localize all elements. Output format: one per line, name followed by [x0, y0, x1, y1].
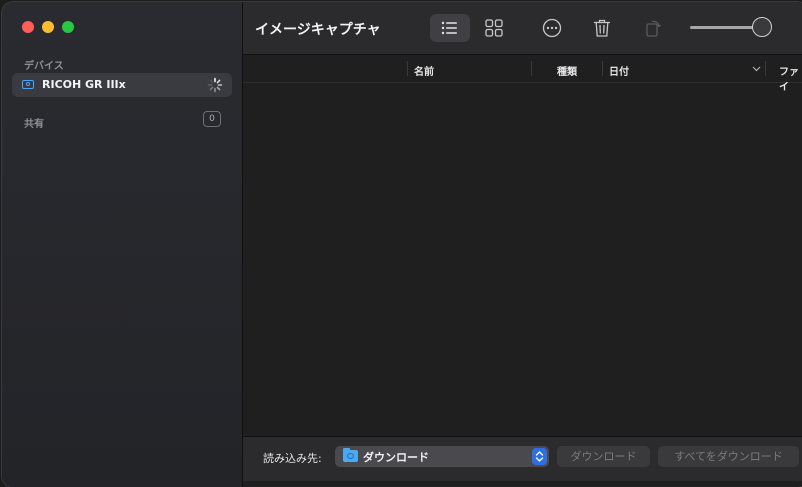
column-separator [407, 61, 408, 76]
window-controls [22, 21, 74, 33]
grid-view-button[interactable] [474, 14, 514, 42]
column-separator [531, 61, 532, 76]
download-button[interactable]: ダウンロード [557, 446, 650, 467]
grid-view-icon [484, 18, 504, 38]
more-actions-button[interactable] [532, 14, 572, 42]
toolbar: イメージキャプチャ [243, 2, 802, 55]
image-capture-window: デバイス RICOH GR IIIx 共有 0 イメージキ [2, 2, 802, 487]
list-view-icon [440, 18, 460, 38]
minimize-button[interactable] [42, 21, 54, 33]
main-content: イメージキャプチャ [243, 2, 802, 487]
import-bar: 読み込み先: ダウンロード ダウンロード すべてをダウンロード [243, 436, 802, 481]
column-header-name[interactable]: 名前 [414, 63, 434, 78]
column-separator [602, 61, 603, 76]
rotate-button[interactable] [633, 14, 673, 42]
more-icon [542, 18, 562, 38]
sidebar-item-ricoh-gr-iiix[interactable]: RICOH GR IIIx [12, 73, 232, 97]
downloads-folder-icon [343, 450, 358, 462]
delete-button[interactable] [582, 14, 622, 42]
sidebar: デバイス RICOH GR IIIx 共有 0 [2, 2, 243, 487]
zoom-button[interactable] [62, 21, 74, 33]
camera-icon [22, 80, 34, 89]
window-title: イメージキャプチャ [255, 19, 381, 39]
device-name: RICOH GR IIIx [42, 78, 126, 91]
thumbnail-size-slider-knob[interactable] [752, 17, 772, 37]
column-header-kind[interactable]: 種類 [557, 63, 577, 78]
trash-icon [592, 18, 612, 38]
table-header: 名前 種類 日付 ファイ [243, 55, 802, 83]
loading-spinner-icon [207, 77, 223, 93]
rotate-icon [643, 18, 663, 38]
shared-section-label: 共有 [24, 115, 44, 130]
sort-descending-icon [752, 66, 761, 72]
select-stepper[interactable] [532, 448, 547, 465]
column-header-date[interactable]: 日付 [609, 63, 629, 78]
destination-select[interactable]: ダウンロード [335, 446, 549, 467]
close-button[interactable] [22, 21, 34, 33]
list-view-button[interactable] [430, 14, 470, 42]
chevron-updown-icon [535, 450, 544, 463]
column-separator [765, 61, 766, 76]
import-to-label: 読み込み先: [263, 450, 322, 466]
shared-count-badge: 0 [203, 111, 221, 127]
devices-section-label: デバイス [24, 57, 64, 72]
destination-value: ダウンロード [363, 449, 429, 465]
download-all-button[interactable]: すべてをダウンロード [658, 446, 799, 467]
column-header-file[interactable]: ファイ [779, 63, 802, 93]
